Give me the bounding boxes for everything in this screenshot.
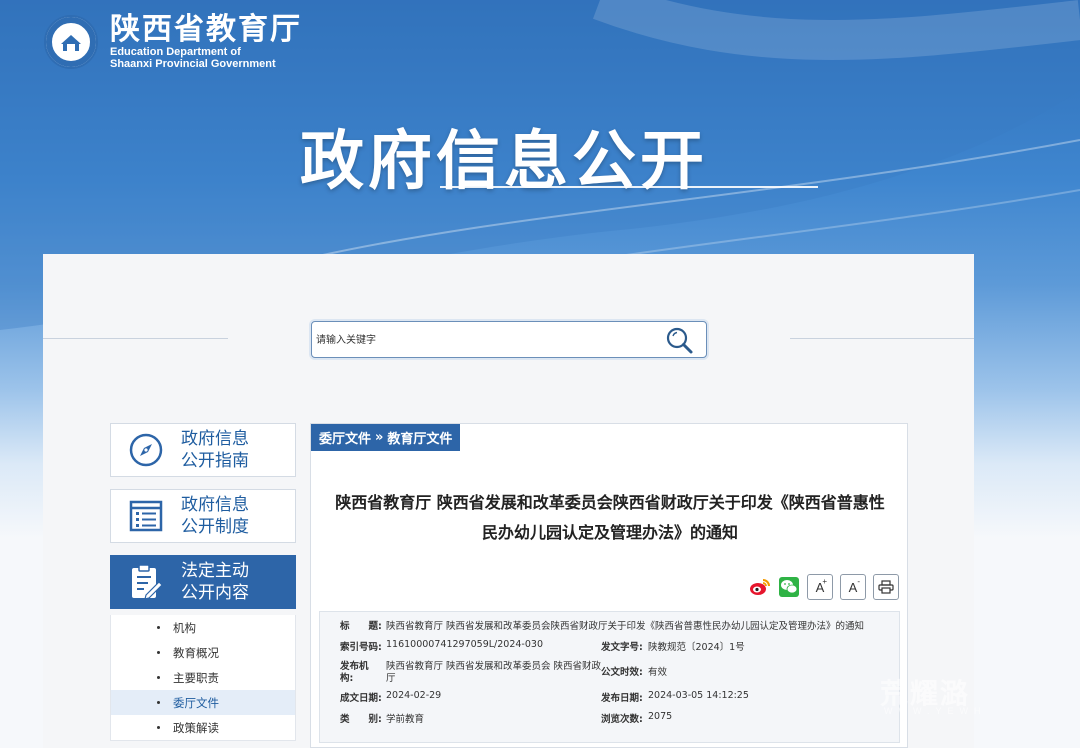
- sidebar-sub-item-organization[interactable]: 机构: [111, 615, 295, 640]
- meta-index-label: 索引号码:: [340, 642, 382, 653]
- meta-validity-label: 公文时效:: [601, 667, 643, 678]
- meta-category-value: 学前教育: [386, 714, 425, 725]
- search-divider-left: [43, 338, 228, 339]
- breadcrumb-separator: »: [375, 430, 384, 445]
- bullet-dot-icon: [157, 626, 160, 629]
- education-department-emblem-icon: [44, 15, 98, 69]
- compass-icon: [111, 432, 181, 468]
- sidebar-item-disclosure-guide[interactable]: 政府信息 公开指南: [110, 423, 296, 477]
- sub-item-label: 政策解读: [173, 720, 219, 735]
- hero-underline: [440, 186, 818, 188]
- document-title-line2: 民办幼儿园认定及管理办法》的通知: [481, 523, 738, 542]
- document-title-line1: 陕西省教育厅 陕西省发展和改革委员会陕西省财政厅关于印发《陕西省普惠性: [335, 493, 885, 512]
- font-smaller-label: A: [848, 579, 858, 595]
- sidebar-card-line1: 法定主动: [181, 561, 249, 581]
- hero-title: 政府信息公开: [300, 125, 708, 199]
- breadcrumb: 委厅文件 » 教育厅文件: [311, 424, 461, 451]
- sidebar-card-line2: 公开内容: [181, 583, 249, 603]
- meta-created-value: 2024-02-29: [386, 690, 442, 701]
- meta-category-label: 类 别:: [340, 714, 382, 725]
- bullet-dot-icon: [157, 726, 160, 729]
- sidebar-sub-item-documents[interactable]: 委厅文件: [111, 690, 295, 715]
- search-box: [311, 321, 707, 358]
- wechat-share-icon[interactable]: [778, 576, 800, 598]
- meta-created-label: 成文日期:: [340, 693, 382, 704]
- meta-published-value: 2024-03-05 14:12:25: [648, 690, 749, 701]
- watermark-subtext: WWW.YEWH: [884, 706, 987, 716]
- sidebar-card-line1: 政府信息: [181, 429, 249, 449]
- font-larger-button[interactable]: A +: [807, 574, 833, 600]
- meta-views-value: 2075: [648, 711, 673, 722]
- logo-title: 陕西省教育厅: [110, 12, 302, 47]
- sidebar-card-line1: 政府信息: [181, 495, 249, 515]
- font-smaller-button[interactable]: A-: [840, 574, 866, 600]
- document-metadata-table: 标 题: 陕西省教育厅 陕西省发展和改革委员会陕西省财政厅关于印发《陕西省普惠性…: [319, 611, 900, 743]
- edit-note-icon: [111, 563, 181, 601]
- logo-english-line1: Education Department of: [110, 46, 241, 58]
- search-divider-right: [790, 338, 974, 339]
- breadcrumb-level1[interactable]: 委厅文件: [319, 428, 371, 447]
- document-main: 委厅文件 » 教育厅文件 陕西省教育厅 陕西省发展和改革委员会陕西省财政厅关于印…: [310, 423, 908, 748]
- search-icon[interactable]: [664, 325, 696, 355]
- printer-icon: [878, 580, 894, 594]
- meta-publisher-label-line2: 构:: [340, 673, 354, 684]
- print-button[interactable]: [873, 574, 899, 600]
- bullet-dot-icon: [157, 676, 160, 679]
- sidebar-card-line2: 公开指南: [181, 451, 249, 471]
- breadcrumb-level2[interactable]: 教育厅文件: [387, 428, 452, 447]
- sidebar-sub-item-policy-interpretation[interactable]: 政策解读: [111, 715, 295, 740]
- document-title: 陕西省教育厅 陕西省发展和改革委员会陕西省财政厅关于印发《陕西省普惠性 民办幼儿…: [315, 488, 905, 548]
- weibo-share-icon[interactable]: [749, 576, 771, 598]
- sidebar-sub-list: 机构 教育概况 主要职责 委厅文件 政策解读: [110, 615, 296, 741]
- meta-validity-value: 有效: [648, 667, 668, 678]
- search-input[interactable]: [316, 330, 656, 350]
- sidebar-item-mandatory-disclosure[interactable]: 法定主动 公开内容: [110, 555, 296, 609]
- meta-docno-label: 发文字号:: [601, 642, 643, 653]
- sub-item-label: 主要职责: [173, 670, 219, 685]
- bullet-dot-icon: [157, 701, 160, 704]
- sidebar-item-disclosure-system[interactable]: 政府信息 公开制度: [110, 489, 296, 543]
- font-larger-sup: +: [822, 577, 827, 586]
- sidebar-card-line2: 公开制度: [181, 517, 249, 537]
- document-toolbar: A + A-: [749, 574, 899, 600]
- sidebar-sub-item-overview[interactable]: 教育概况: [111, 640, 295, 665]
- bullet-dot-icon: [157, 651, 160, 654]
- font-smaller-sup: -: [857, 577, 860, 586]
- logo-english-line2: Shaanxi Provincial Government: [110, 58, 276, 70]
- sub-item-label: 机构: [173, 620, 196, 635]
- meta-views-label: 浏览次数:: [601, 714, 643, 725]
- list-document-icon: [111, 499, 181, 533]
- site-logo[interactable]: 陕西省教育厅 Education Department of Shaanxi P…: [44, 14, 302, 70]
- sidebar: 政府信息 公开指南 政府信息 公开制度 法定主动 公开内容 机构 教育概况 主要…: [110, 423, 296, 741]
- meta-docno-value: 陕教规范〔2024〕1号: [648, 642, 745, 653]
- meta-published-label: 发布日期:: [601, 693, 643, 704]
- sub-item-label: 委厅文件: [173, 695, 219, 710]
- sidebar-sub-item-duties[interactable]: 主要职责: [111, 665, 295, 690]
- meta-index-value: 11610000741297059L/2024-030: [386, 639, 543, 650]
- meta-title-label: 标 题:: [340, 621, 382, 632]
- meta-publisher-value-line2: 厅: [386, 673, 396, 684]
- meta-publisher-value-line1: 陕西省教育厅 陕西省发展和改革委员会 陕西省财政: [386, 661, 602, 672]
- meta-title-value: 陕西省教育厅 陕西省发展和改革委员会陕西省财政厅关于印发《陕西省普惠性民办幼儿园…: [386, 621, 865, 632]
- sub-item-label: 教育概况: [173, 645, 219, 660]
